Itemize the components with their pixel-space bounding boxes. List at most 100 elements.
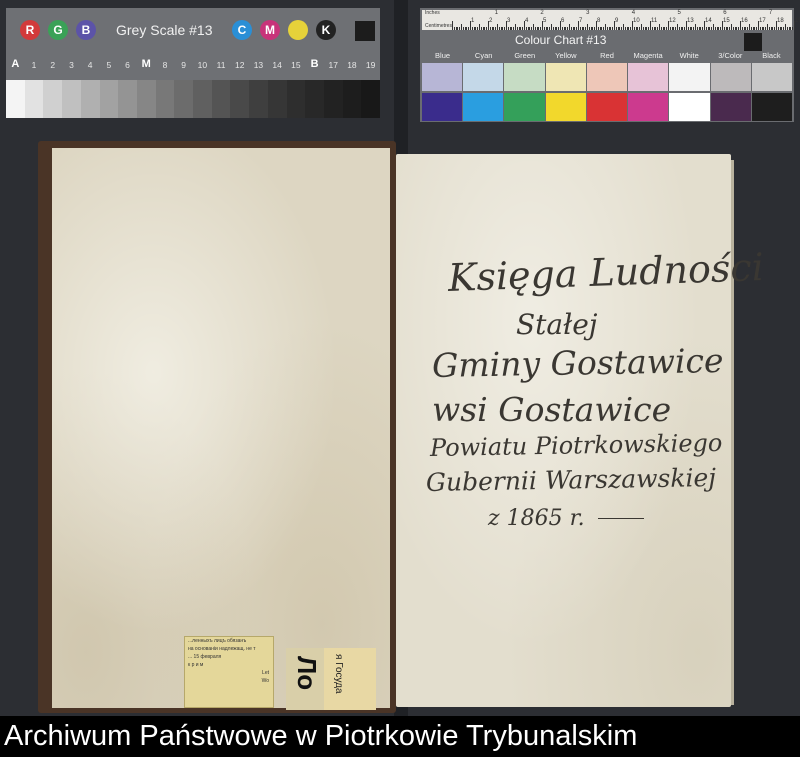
ruler-cm-number: 18 <box>777 18 784 24</box>
k-dot-icon: K <box>316 20 336 40</box>
colour-patch <box>628 93 669 121</box>
y-dot-icon: Y <box>288 20 308 40</box>
ruler-cm-number: 2 <box>489 18 493 24</box>
colour-patch <box>545 93 586 121</box>
archive-name: Archiwum Państwowe w Piotrkowie Trybunal… <box>4 720 638 752</box>
grey-scale-label: 11 <box>216 60 226 70</box>
handwriting-line-2: Stałej <box>516 308 598 341</box>
grey-scale-numbers: A 1 2 3 4 5 6 M 8 9 10 11 12 13 14 15 B 17 18 19 <box>6 56 380 78</box>
ruler-cm-number: 19 <box>795 18 800 24</box>
label-tab-text-left: Ло <box>292 656 322 691</box>
ruler-cm-number: 3 <box>507 18 511 24</box>
ruler: Inches Centimetres 1 2 3 4 5 6 7 8 9 10 11 12 13 14 15… <box>422 10 800 30</box>
grey-scale-label: 19 <box>365 60 376 70</box>
colour-patch <box>669 93 710 121</box>
b-dot-icon: B <box>76 20 96 40</box>
grey-scale-label: 18 <box>347 60 357 70</box>
grey-scale-label: 2 <box>50 60 56 70</box>
grey-scale-label: 4 <box>87 60 93 70</box>
grey-scale-label: 5 <box>106 60 112 70</box>
grey-patch <box>193 80 212 118</box>
grey-card-title: Grey Scale #13 <box>116 22 213 38</box>
ruler-cm-number: 17 <box>759 18 766 24</box>
stamp-text-line: ...ленныхъ лицъ обязанъ <box>188 638 247 644</box>
grey-scale-label: B <box>310 58 319 70</box>
handwriting-line-4: wsi Gostawice <box>432 390 672 429</box>
ruler-inches-label: Inches <box>425 10 440 16</box>
grey-patch <box>99 80 119 118</box>
colour-patch <box>751 93 792 121</box>
ruler-inch-number: 1 <box>494 10 499 16</box>
colour-patch <box>422 63 463 91</box>
grey-scale-label: 6 <box>125 60 130 70</box>
colour-patch <box>504 93 545 121</box>
grey-patch <box>286 80 306 118</box>
grey-patch <box>323 80 343 118</box>
colour-patch-label: Yellow <box>555 51 577 60</box>
stamp-text-line: на основаніи надлежащ. не т <box>188 646 256 652</box>
handwriting-line-7: z 1865 r. <box>488 506 585 531</box>
brand-logo-icon <box>355 21 375 41</box>
colour-patch <box>545 63 586 91</box>
g-dot-icon: G <box>48 20 68 40</box>
ruler-inch-number: 5 <box>677 10 681 16</box>
grey-scale-label: A <box>11 58 20 70</box>
colour-patch <box>463 63 504 91</box>
grey-scale-label: 10 <box>197 60 208 70</box>
ruler-cm-number: 11 <box>651 18 658 24</box>
grey-scale-label: 14 <box>272 60 282 70</box>
colour-patch-label: Blue <box>435 51 451 60</box>
colour-patches-light <box>422 63 792 91</box>
handwriting-line-5: Powiatu Piotrkowskiego <box>429 428 723 462</box>
grey-patch <box>249 80 268 118</box>
grey-patch <box>305 80 324 118</box>
grey-patch <box>155 80 175 118</box>
grey-patch <box>43 80 63 118</box>
archive-scan: R G B Grey Scale #13 C M Y K A123456M891… <box>0 0 800 757</box>
ruler-cm-label: Centimetres <box>425 23 452 29</box>
grey-patch <box>361 80 381 118</box>
colour-patch <box>422 93 463 121</box>
ruler-cm-number: 9 <box>615 18 619 24</box>
colour-patch-label: Cyan <box>474 51 493 60</box>
stamp-text-line: Let <box>262 670 269 676</box>
colour-patch <box>586 93 628 121</box>
grey-scale-label: 1 <box>31 60 37 70</box>
grey-scale-label: 12 <box>235 60 245 70</box>
colour-patch <box>669 63 710 91</box>
m-dot-icon: M <box>260 20 280 40</box>
grey-scale-card: R G B Grey Scale #13 C M Y K A123456M891… <box>6 8 381 118</box>
stamp-text-line: ... 15 февраля <box>188 654 222 660</box>
handwriting-line-3: Gminy Gostawice <box>431 340 724 385</box>
grey-patch <box>6 80 25 118</box>
colour-patch <box>710 93 751 121</box>
grey-patch <box>136 80 156 118</box>
grey-patch <box>62 80 81 118</box>
grey-scale-label: 3 <box>69 60 74 70</box>
grey-scale-patches <box>6 80 381 118</box>
colour-patch <box>628 63 669 91</box>
ruler-cm-number: 6 <box>561 18 565 24</box>
ruler-cm-number: 16 <box>741 18 748 24</box>
colour-patch <box>586 63 628 91</box>
colour-patch <box>751 63 792 91</box>
c-dot-icon: C <box>232 20 252 40</box>
brand-logo-icon <box>744 33 762 51</box>
grey-patch <box>118 80 137 118</box>
grey-patch <box>230 80 250 118</box>
grey-patch <box>24 80 44 118</box>
grey-scale-label: 15 <box>291 60 301 70</box>
colour-patch-label: Black <box>762 51 781 60</box>
ruler-inch-number: 4 <box>631 10 636 16</box>
ruler-cm-number: 7 <box>579 18 583 24</box>
ruler-inch-number: 2 <box>540 10 544 16</box>
grey-card-header: R G B Grey Scale #13 C M Y K <box>6 8 380 52</box>
colour-patch-label: Red <box>600 51 614 60</box>
colour-patch <box>504 63 545 91</box>
colour-patch-label: White <box>679 51 699 60</box>
grey-patch <box>174 80 194 118</box>
grey-scale-label: 9 <box>181 60 186 70</box>
grey-patch <box>267 80 287 118</box>
ruler-inch-number: 3 <box>586 10 590 16</box>
handwriting-line-6: Gubernii Warszawskiej <box>425 462 717 497</box>
